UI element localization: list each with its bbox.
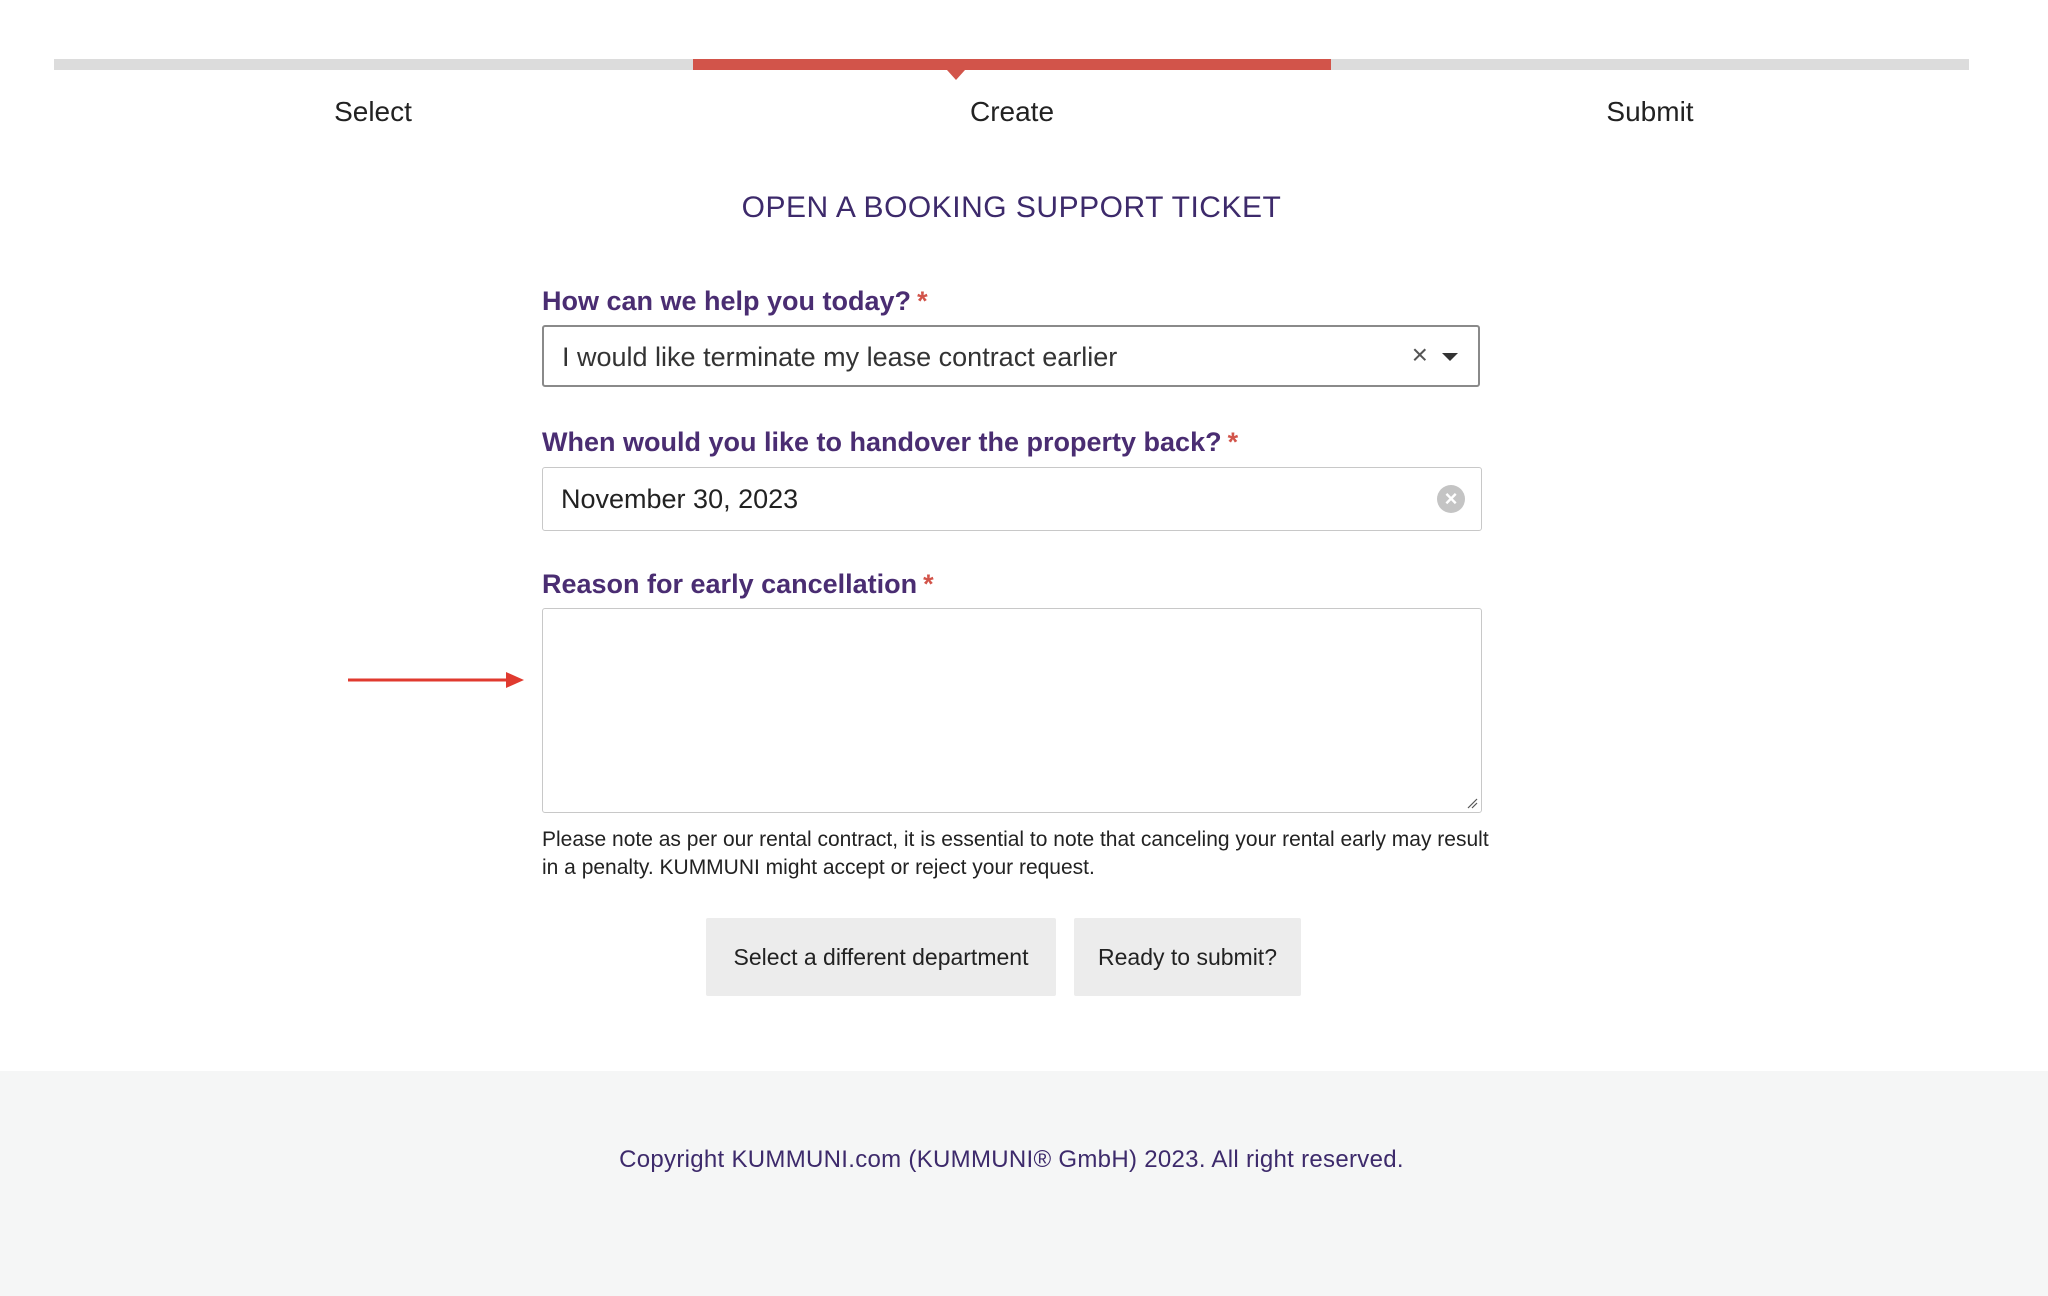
progress-stepper [54,59,1969,71]
footer-copyright: Copyright KUMMUNI.com (KUMMUNI® GmbH) 20… [619,1146,1404,1173]
ready-to-submit-button[interactable]: Ready to submit? [1074,918,1301,996]
reason-textarea[interactable] [542,608,1482,813]
help-topic-select[interactable]: I would like terminate my lease contract… [542,325,1480,387]
help-field-label-text: How can we help you today? [542,286,912,316]
step-track-select [54,59,693,70]
step-label-select[interactable]: Select [173,96,573,128]
help-field-label: How can we help you today? * [542,286,928,317]
step-track-create [693,59,1331,70]
penalty-note: Please note as per our rental contract, … [542,828,1489,879]
page: Select Create Submit OPEN A BOOKING SUPP… [0,0,2048,1296]
handover-field-label-text: When would you like to handover the prop… [542,427,1222,457]
arrow-pointer-icon [348,672,524,688]
clear-date-icon[interactable]: × [1437,485,1465,513]
reason-field-label: Reason for early cancellation * [542,569,934,600]
page-title: OPEN A BOOKING SUPPORT TICKET [741,191,1282,224]
step-label-submit[interactable]: Submit [1450,96,1850,128]
footer: Copyright KUMMUNI.com (KUMMUNI® GmbH) 20… [0,1071,2048,1296]
chevron-down-icon[interactable] [1442,353,1458,361]
handover-field-label: When would you like to handover the prop… [542,427,1238,458]
step-label-create[interactable]: Create [812,96,1212,128]
select-different-department-button[interactable]: Select a different department [706,918,1056,996]
reason-field-label-text: Reason for early cancellation [542,569,918,599]
required-marker: * [917,286,928,316]
handover-date-field[interactable]: November 30, 2023 × [542,467,1482,531]
help-topic-selected-value: I would like terminate my lease contract… [562,342,1118,372]
required-marker: * [1227,427,1239,457]
clear-selection-icon[interactable]: × [1412,339,1428,371]
resize-handle-icon[interactable] [1466,797,1478,809]
required-marker: * [923,569,934,599]
step-track-submit [1331,59,1969,70]
handover-date-value: November 30, 2023 [561,484,799,514]
active-step-caret-icon [947,70,965,80]
